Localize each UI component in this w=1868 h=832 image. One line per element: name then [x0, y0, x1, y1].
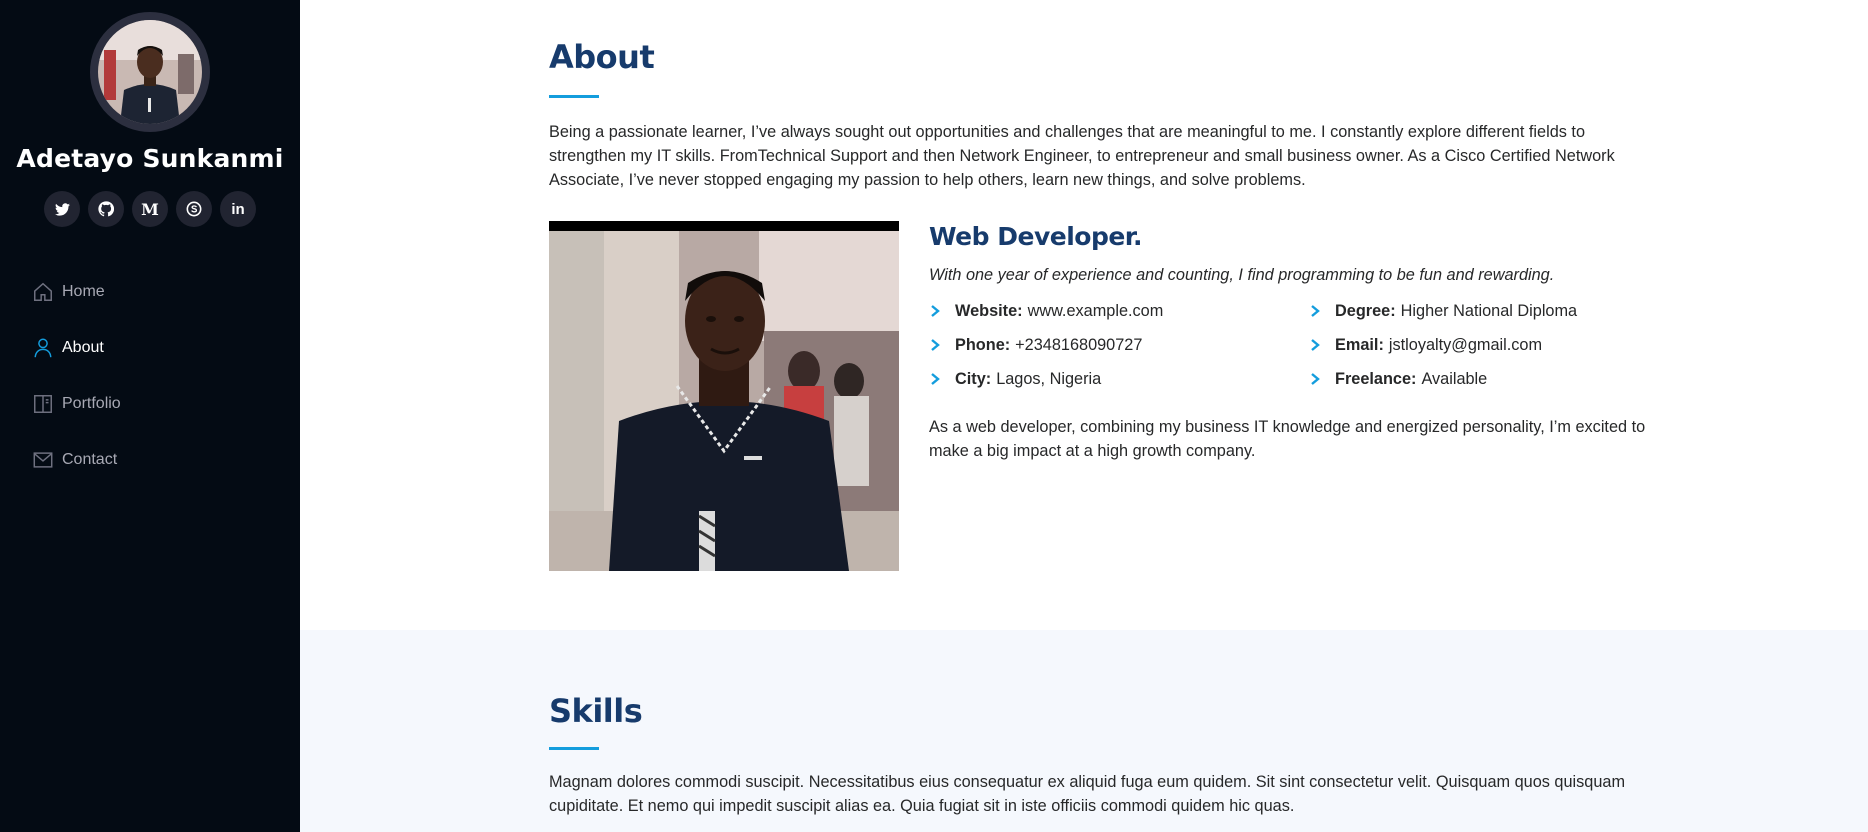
info-value: +2348168090727	[1015, 335, 1143, 354]
info-label: Website:	[955, 301, 1023, 320]
main-content: About Being a passionate learner, I’ve a…	[300, 0, 1868, 832]
info-city: City: Lagos, Nigeria	[929, 368, 1309, 390]
github-link[interactable]	[88, 191, 124, 227]
chevron-right-icon	[929, 304, 955, 318]
skype-icon	[186, 201, 202, 217]
title-underline	[549, 95, 599, 98]
info-value: jstloyalty@gmail.com	[1388, 335, 1543, 354]
nav-menu: Home About Portfolio Contact	[32, 264, 272, 488]
profile-name: Adetayo Sunkanmi	[16, 144, 284, 173]
info-website: Website: www.example.com	[929, 300, 1309, 322]
nav-item-contact[interactable]: Contact	[32, 432, 272, 488]
section-title: Skills	[549, 692, 643, 730]
chevron-right-icon	[1309, 372, 1335, 386]
role-title: Web Developer.	[929, 222, 1143, 251]
info-freelance: Freelance: Available	[1309, 368, 1669, 390]
portrait-image	[549, 221, 899, 571]
about-photo	[549, 221, 899, 571]
sidebar: Adetayo Sunkanmi M in Home About Portfol…	[0, 0, 300, 832]
nav-item-about[interactable]: About	[32, 320, 272, 376]
medium-link[interactable]: M	[132, 191, 168, 227]
chevron-right-icon	[1309, 304, 1335, 318]
info-value: Lagos, Nigeria	[996, 369, 1102, 388]
nav-item-home[interactable]: Home	[32, 264, 272, 320]
role-summary: As a web developer, combining my busines…	[929, 418, 1646, 460]
info-label: Phone:	[955, 335, 1011, 354]
social-links: M in	[0, 191, 300, 227]
nav-item-label: About	[62, 339, 104, 356]
envelope-icon	[32, 449, 54, 471]
nav-item-label: Contact	[62, 451, 118, 468]
info-label: Email:	[1335, 335, 1384, 354]
info-label: Degree:	[1335, 301, 1396, 320]
skype-link[interactable]	[176, 191, 212, 227]
person-icon	[32, 337, 54, 359]
info-label: City:	[955, 369, 992, 388]
twitter-icon	[54, 202, 70, 216]
about-section: About Being a passionate learner, I’ve a…	[300, 0, 1868, 630]
info-degree: Degree: Higher National Diploma	[1309, 300, 1669, 322]
info-value: www.example.com	[1027, 301, 1164, 320]
avatar[interactable]	[90, 12, 210, 132]
nav-item-portfolio[interactable]: Portfolio	[32, 376, 272, 432]
linkedin-link[interactable]: in	[220, 191, 256, 227]
about-intro: Being a passionate learner, I’ve always …	[549, 123, 1615, 189]
info-value: Available	[1421, 369, 1488, 388]
info-value: Higher National Diploma	[1400, 301, 1578, 320]
title-underline	[549, 747, 599, 750]
info-list: Website: www.example.com Degree: Higher …	[929, 300, 1669, 390]
skills-section: Skills Magnam dolores commodi suscipit. …	[300, 630, 1868, 832]
chevron-right-icon	[929, 372, 955, 386]
section-title: About	[549, 38, 655, 76]
twitter-link[interactable]	[44, 191, 80, 227]
linkedin-icon: in	[231, 200, 245, 218]
info-email: Email: jstloyalty@gmail.com	[1309, 334, 1669, 356]
chevron-right-icon	[1309, 338, 1335, 352]
nav-item-label: Home	[62, 283, 105, 300]
chevron-right-icon	[929, 338, 955, 352]
profile-photo	[98, 20, 202, 124]
role-tagline: With one year of experience and counting…	[929, 266, 1555, 284]
skills-description: Magnam dolores commodi suscipit. Necessi…	[549, 773, 1626, 815]
about-content: Web Developer. With one year of experien…	[929, 220, 1669, 463]
github-icon	[98, 201, 114, 217]
info-phone: Phone: +2348168090727	[929, 334, 1309, 356]
home-icon	[32, 281, 54, 303]
medium-icon: M	[141, 199, 159, 219]
info-label: Freelance:	[1335, 369, 1417, 388]
book-icon	[32, 393, 54, 415]
nav-item-label: Portfolio	[62, 395, 121, 412]
